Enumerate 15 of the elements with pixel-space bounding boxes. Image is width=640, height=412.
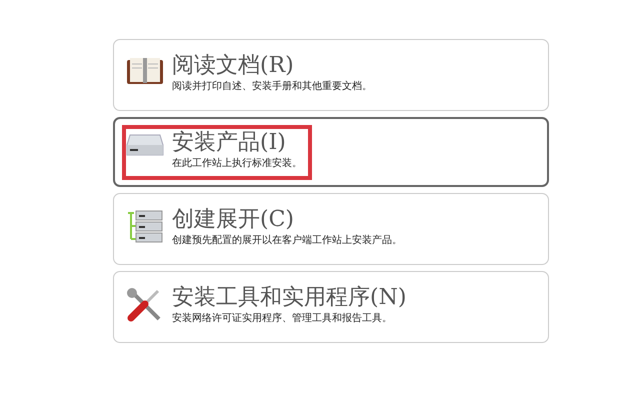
option-card[interactable]: 安装工具和实用程序(N) 安装网络许可证实用程序、管理工具和报告工具。 <box>113 271 549 343</box>
book-icon <box>126 56 164 86</box>
option-card[interactable]: 阅读文档(R) 阅读并打印自述、安装手册和其他重要文档。 <box>113 39 549 111</box>
option-card[interactable]: 安装产品(I) 在此工作站上执行标准安装。 <box>113 117 549 187</box>
option-title: 安装工具和实用程序(N) <box>172 284 406 312</box>
option-title: 安装产品(I) <box>172 128 287 156</box>
option-description: 阅读并打印自述、安装手册和其他重要文档。 <box>172 80 372 92</box>
option-title: 阅读文档(R) <box>172 52 295 80</box>
option-description: 安装网络许可证实用程序、管理工具和报告工具。 <box>172 312 393 324</box>
option-description: 创建预先配置的展开以在客户端工作站上安装产品。 <box>172 234 402 246</box>
drive-icon <box>126 132 164 156</box>
option-description: 在此工作站上执行标准安装。 <box>172 156 302 170</box>
option-title: 创建展开(C) <box>172 206 295 234</box>
server-stack-icon <box>126 210 164 244</box>
option-card[interactable]: 创建展开(C) 创建预先配置的展开以在客户端工作站上安装产品。 <box>113 193 549 265</box>
